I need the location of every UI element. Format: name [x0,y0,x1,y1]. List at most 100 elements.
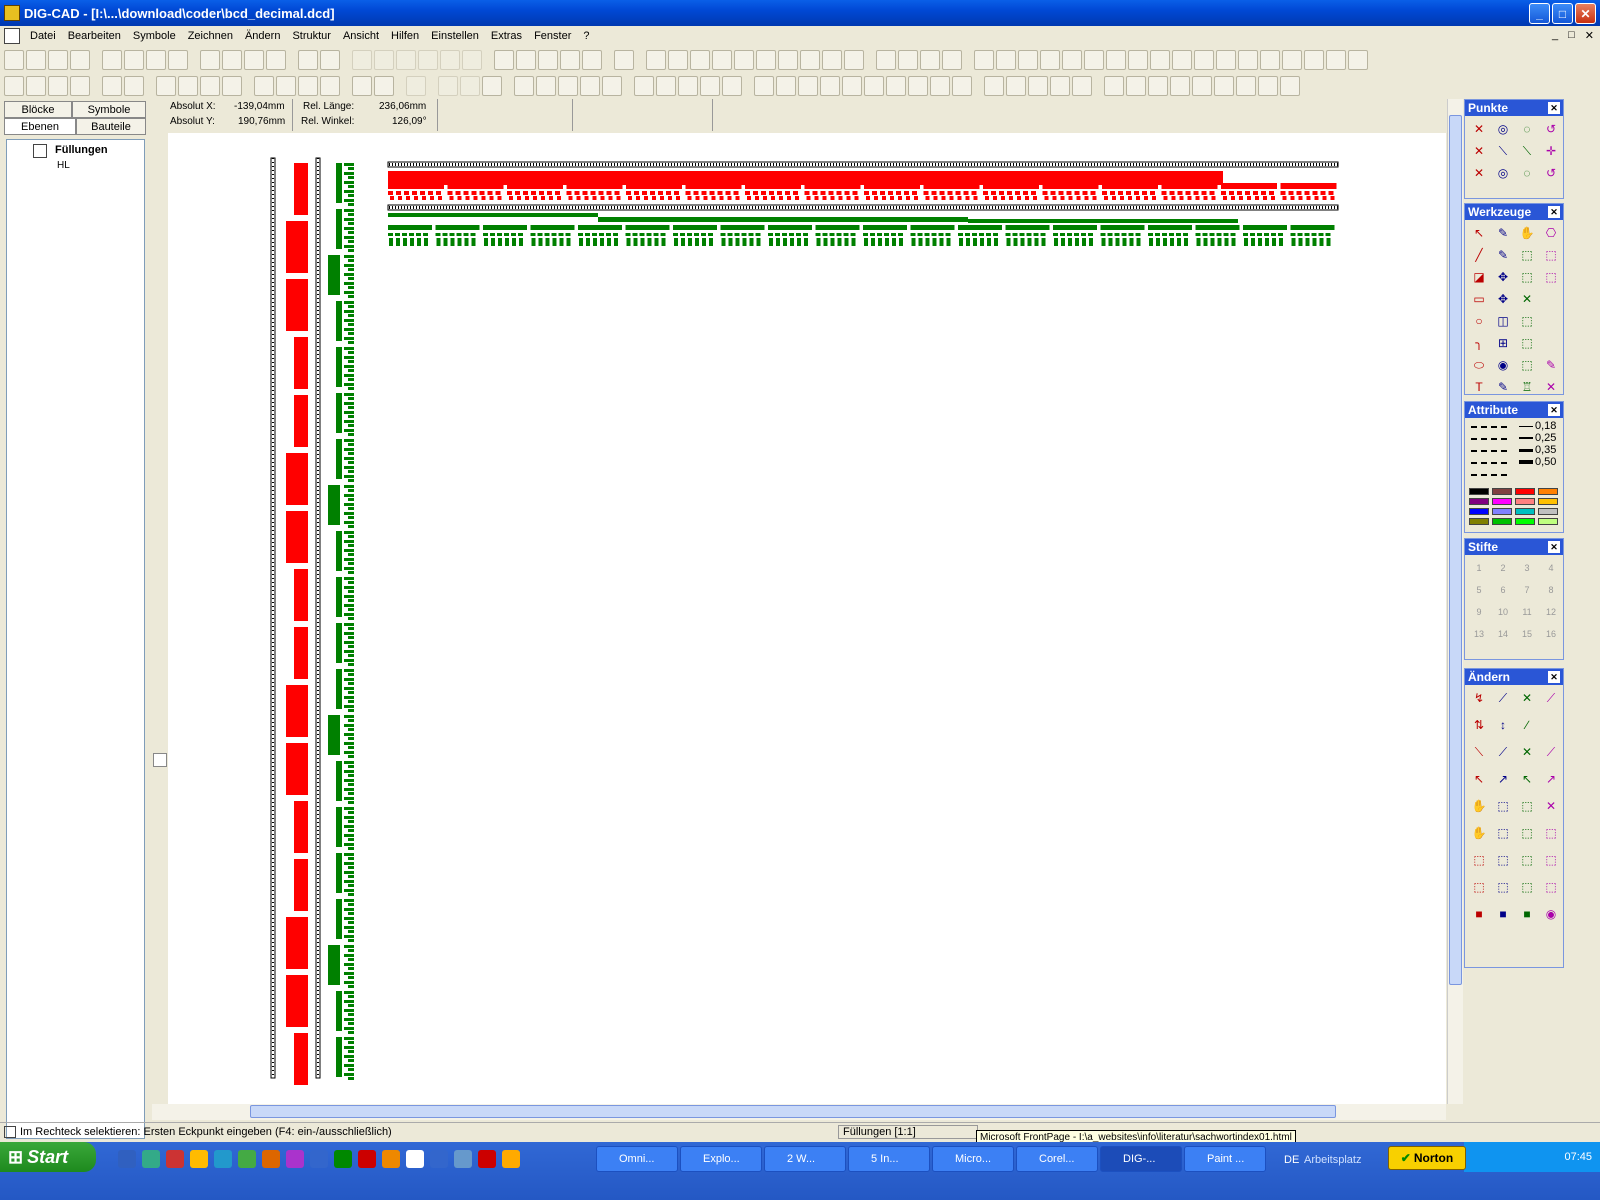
drawing-tool-button[interactable]: ⬚ [1540,267,1562,287]
pen-button[interactable]: 4 [1540,558,1562,578]
color-swatch[interactable] [1515,498,1535,505]
toolbar-button[interactable] [800,50,820,70]
toolbar-button[interactable] [1172,50,1192,70]
menu-zeichnen[interactable]: Zeichnen [182,30,239,42]
point-tool-button[interactable]: ◌ [1516,163,1538,183]
pen-button[interactable]: 2 [1492,558,1514,578]
toolbar-button[interactable] [876,50,896,70]
drawing-tool-button[interactable] [1540,333,1562,353]
point-tool-button[interactable]: ✕ [1468,141,1490,161]
palette-close-button[interactable]: ✕ [1548,102,1560,114]
toolbar-button[interactable] [1126,76,1146,96]
menu-fenster[interactable]: Fenster [528,30,577,42]
toolbar-button[interactable] [396,50,416,70]
modify-tool-button[interactable]: ⬚ [1468,850,1490,870]
toolbar-button[interactable] [646,50,666,70]
color-swatch[interactable] [1538,488,1558,495]
drawing-tool-button[interactable]: ✎ [1492,223,1514,243]
language-indicator[interactable]: DE [1284,1154,1299,1166]
line-style-button[interactable] [1471,462,1507,464]
task-internet[interactable]: 5 In... [848,1146,930,1172]
modify-tool-button[interactable]: ↗ [1540,769,1562,789]
pen-button[interactable]: 15 [1516,624,1538,644]
point-tool-button[interactable]: ◌ [1516,119,1538,139]
toolbar-button[interactable] [1170,76,1190,96]
toolbar-button[interactable] [418,50,438,70]
toolbar-button[interactable] [690,50,710,70]
drawing-tool-button[interactable]: ⬚ [1540,245,1562,265]
color-swatch[interactable] [1469,518,1489,525]
toolbar-button[interactable] [516,50,536,70]
toolbar-button[interactable] [1260,50,1280,70]
toolbar-button[interactable] [898,50,918,70]
drawing-canvas[interactable] [168,133,1446,1104]
toolbar-button[interactable] [124,76,144,96]
drawing-tool-button[interactable]: ✕ [1540,377,1562,397]
toolbar-button[interactable] [352,50,372,70]
line-style-button[interactable] [1471,438,1507,440]
pen-button[interactable]: 14 [1492,624,1514,644]
norton-button[interactable]: ✔ Norton [1388,1146,1466,1170]
toolbar-button[interactable] [178,76,198,96]
modify-tool-button[interactable]: ⇅ [1468,715,1490,735]
quick-launch-icon[interactable] [142,1150,160,1168]
toolbar-button[interactable] [70,50,90,70]
toolbar-button[interactable] [538,50,558,70]
color-swatch[interactable] [1469,498,1489,505]
modify-tool-button[interactable]: ✕ [1516,688,1538,708]
drawing-tool-button[interactable]: ⬚ [1516,267,1538,287]
toolbar-button[interactable] [440,50,460,70]
toolbar-button[interactable] [798,76,818,96]
color-swatch[interactable] [1492,488,1512,495]
modify-tool-button[interactable]: ⟋ [1540,742,1562,762]
toolbar-button[interactable] [494,50,514,70]
modify-tool-button[interactable] [1540,715,1562,735]
quick-launch-icon[interactable] [286,1150,304,1168]
toolbar-button[interactable] [320,76,340,96]
color-swatch[interactable] [1492,518,1512,525]
toolbar-button[interactable] [908,76,928,96]
drawing-tool-button[interactable]: ⬚ [1516,245,1538,265]
palette-close-button[interactable]: ✕ [1548,404,1560,416]
toolbar-button[interactable] [1326,50,1346,70]
color-swatch[interactable] [1469,488,1489,495]
tab-ebenen[interactable]: Ebenen [4,118,76,135]
mdi-close-button[interactable]: ✕ [1585,29,1594,42]
toolbar-button[interactable] [1084,50,1104,70]
modify-tool-button[interactable]: ⬚ [1540,877,1562,897]
menu-ansicht[interactable]: Ansicht [337,30,385,42]
modify-tool-button[interactable]: ↖ [1516,769,1538,789]
drawing-tool-button[interactable]: ⊞ [1492,333,1514,353]
toolbar-button[interactable] [200,50,220,70]
toolbar-button[interactable] [1072,76,1092,96]
toolbar-button[interactable] [320,50,340,70]
toolbar-button[interactable] [1282,50,1302,70]
horizontal-scrollbar[interactable] [152,1104,1446,1120]
toolbar-button[interactable] [1028,76,1048,96]
toolbar-button[interactable] [778,50,798,70]
modify-tool-button[interactable]: ∕ [1516,715,1538,735]
toolbar-button[interactable] [712,50,732,70]
modify-tool-button[interactable]: ◉ [1540,904,1562,924]
point-tool-button[interactable]: ✕ [1468,163,1490,183]
toolbar-button[interactable] [48,76,68,96]
toolbar-button[interactable] [156,76,176,96]
toolbar-button[interactable] [352,76,372,96]
toolbar-button[interactable] [254,76,274,96]
mdi-minimize-button[interactable]: _ [1552,29,1558,42]
point-tool-button[interactable]: ✕ [1468,119,1490,139]
toolbar-button[interactable] [668,50,688,70]
toolbar-button[interactable] [102,76,122,96]
modify-tool-button[interactable]: ⟋ [1492,742,1514,762]
line-style-button[interactable] [1471,474,1507,476]
drawing-tool-button[interactable]: ╱ [1468,245,1490,265]
vertical-scrollbar[interactable] [1447,99,1463,1104]
drawing-tool-button[interactable]: ↖ [1468,223,1490,243]
toolbar-button[interactable] [200,76,220,96]
toolbar-button[interactable] [974,50,994,70]
task-digcad[interactable]: DIG-... [1100,1146,1182,1172]
toolbar-button[interactable] [996,50,1016,70]
pen-button[interactable]: 1 [1468,558,1490,578]
toolbar-button[interactable] [374,50,394,70]
toolbar-button[interactable] [1214,76,1234,96]
